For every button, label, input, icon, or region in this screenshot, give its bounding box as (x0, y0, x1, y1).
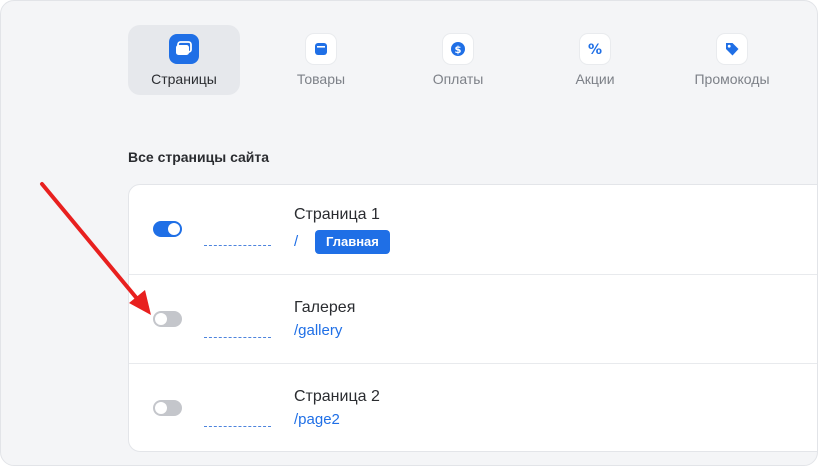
nav-item-promocodes[interactable]: Промокоды (683, 25, 781, 95)
page-path-link[interactable]: /gallery (294, 322, 342, 339)
home-page-badge: Главная (315, 230, 390, 254)
nav-item-promotions-label: Акции (575, 71, 615, 87)
page-title: Страница 2 (294, 388, 380, 405)
box-icon (306, 34, 336, 64)
pages-list: Страница 1 / Главная Галерея /gallery Ст… (128, 184, 817, 452)
svg-text:%: % (588, 42, 602, 57)
tag-icon (717, 34, 747, 64)
nav-item-promocodes-label: Промокоды (694, 71, 770, 87)
nav-item-products[interactable]: Товары (273, 25, 369, 95)
page-placeholder-dashes (204, 245, 271, 246)
page-title: Галерея (294, 299, 356, 316)
nav-item-pages-label: Страницы (151, 71, 217, 87)
page-title: Страница 1 (294, 206, 380, 223)
page-path-link[interactable]: /page2 (294, 411, 340, 428)
page-row: Галерея /gallery (129, 274, 817, 363)
svg-text:$: $ (455, 45, 462, 56)
pages-icon (169, 34, 199, 64)
page-row: Страница 2 /page2 (129, 363, 817, 452)
percent-icon: % (580, 34, 610, 64)
nav-item-promotions[interactable]: % Акции (547, 25, 643, 95)
top-navigation: Страницы Товары $ Оплаты % Акции Промоко… (1, 1, 817, 111)
page-row: Страница 1 / Главная (129, 185, 817, 274)
nav-item-payments[interactable]: $ Оплаты (410, 25, 506, 95)
page-placeholder-dashes (204, 337, 271, 338)
page-visibility-toggle[interactable] (153, 221, 182, 237)
app-panel: Страницы Товары $ Оплаты % Акции Промоко… (0, 0, 818, 466)
page-path-link[interactable]: / (294, 233, 298, 250)
page-visibility-toggle[interactable] (153, 311, 182, 327)
page-visibility-toggle[interactable] (153, 400, 182, 416)
section-title: Все страницы сайта (128, 149, 270, 165)
nav-item-products-label: Товары (296, 71, 346, 87)
dollar-icon: $ (443, 34, 473, 64)
page-placeholder-dashes (204, 426, 271, 427)
nav-item-payments-label: Оплаты (432, 71, 484, 87)
nav-item-pages[interactable]: Страницы (128, 25, 240, 95)
